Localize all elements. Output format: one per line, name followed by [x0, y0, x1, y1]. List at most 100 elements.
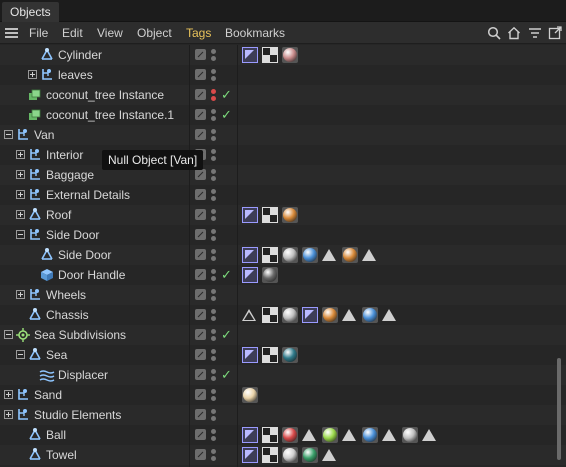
menu-view[interactable]: View: [97, 25, 123, 41]
object-name[interactable]: Side Door: [58, 248, 111, 262]
enabled-check-icon[interactable]: ✓: [221, 267, 232, 283]
editor-visibility-dot[interactable]: [211, 129, 216, 134]
material-tag-icon[interactable]: [282, 247, 298, 263]
collapse-icon[interactable]: [4, 330, 13, 339]
render-visibility-dot[interactable]: [211, 96, 216, 101]
uvw-tag-icon[interactable]: [262, 427, 278, 443]
home-icon[interactable]: [507, 26, 521, 40]
layer-toggle-icon[interactable]: [195, 369, 206, 380]
uvw-tag-icon[interactable]: [262, 207, 278, 223]
editor-visibility-dot[interactable]: [211, 289, 216, 294]
tree-row[interactable]: External Details: [0, 185, 566, 205]
render-visibility-dot[interactable]: [211, 436, 216, 441]
editor-visibility-dot[interactable]: [211, 209, 216, 214]
material-tag-icon[interactable]: [402, 427, 418, 443]
editor-visibility-dot[interactable]: [211, 89, 216, 94]
uvw-tag-icon[interactable]: [262, 307, 278, 323]
render-visibility-dot[interactable]: [211, 376, 216, 381]
object-name[interactable]: coconut_tree Instance: [46, 88, 164, 102]
uvw-tag-icon[interactable]: [262, 347, 278, 363]
render-visibility-dot[interactable]: [211, 156, 216, 161]
tree-row[interactable]: Van: [0, 125, 566, 145]
render-visibility-dot[interactable]: [211, 236, 216, 241]
expand-icon[interactable]: [4, 390, 13, 399]
object-name[interactable]: Door Handle: [58, 268, 125, 282]
material-tag-icon[interactable]: [242, 387, 258, 403]
render-visibility-dot[interactable]: [211, 196, 216, 201]
layer-toggle-icon[interactable]: [195, 109, 206, 120]
layer-toggle-icon[interactable]: [195, 269, 206, 280]
tree-row[interactable]: Side Door: [0, 225, 566, 245]
render-visibility-dot[interactable]: [211, 176, 216, 181]
layer-toggle-icon[interactable]: [195, 449, 206, 460]
layer-toggle-icon[interactable]: [195, 229, 206, 240]
editor-visibility-dot[interactable]: [211, 189, 216, 194]
expand-icon[interactable]: [16, 290, 25, 299]
tree-row[interactable]: Displacer ✓: [0, 365, 566, 385]
selection-tag-icon[interactable]: [382, 429, 396, 441]
tree-row[interactable]: Sea Subdivisions ✓: [0, 325, 566, 345]
selection-tag-icon[interactable]: [382, 309, 396, 321]
object-name[interactable]: leaves: [58, 68, 93, 82]
tree-row[interactable]: coconut_tree Instance.1 ✓: [0, 105, 566, 125]
tree-row[interactable]: Door Handle ✓: [0, 265, 566, 285]
render-visibility-dot[interactable]: [211, 56, 216, 61]
render-visibility-dot[interactable]: [211, 136, 216, 141]
render-visibility-dot[interactable]: [211, 256, 216, 261]
object-name[interactable]: Chassis: [46, 308, 89, 322]
object-name[interactable]: Ball: [46, 428, 66, 442]
uvw-tag-icon[interactable]: [262, 47, 278, 63]
expand-icon[interactable]: [16, 170, 25, 179]
editor-visibility-dot[interactable]: [211, 429, 216, 434]
editor-visibility-dot[interactable]: [211, 269, 216, 274]
render-visibility-dot[interactable]: [211, 116, 216, 121]
material-tag-icon[interactable]: [322, 427, 338, 443]
object-name[interactable]: Sea Subdivisions: [34, 328, 126, 342]
tree-row[interactable]: Chassis: [0, 305, 566, 325]
render-visibility-dot[interactable]: [211, 216, 216, 221]
material-tag-icon[interactable]: [302, 447, 318, 463]
editor-visibility-dot[interactable]: [211, 109, 216, 114]
phong-tag-icon[interactable]: [242, 247, 258, 263]
enabled-check-icon[interactable]: ✓: [221, 87, 232, 103]
tree-row[interactable]: Sea: [0, 345, 566, 365]
object-name[interactable]: Towel: [46, 448, 77, 462]
uvw-tag-icon[interactable]: [262, 247, 278, 263]
object-name[interactable]: Studio Elements: [34, 408, 121, 422]
layer-toggle-icon[interactable]: [195, 69, 206, 80]
editor-visibility-dot[interactable]: [211, 49, 216, 54]
tree-row[interactable]: leaves: [0, 65, 566, 85]
menu-edit[interactable]: Edit: [62, 25, 83, 41]
object-name[interactable]: Side Door: [46, 228, 99, 242]
phong-tag-icon[interactable]: [242, 347, 258, 363]
render-visibility-dot[interactable]: [211, 416, 216, 421]
object-name[interactable]: coconut_tree Instance.1: [46, 108, 174, 122]
collapse-icon[interactable]: [16, 350, 25, 359]
new-window-icon[interactable]: [548, 26, 562, 40]
selection-tag-icon[interactable]: [242, 309, 256, 321]
editor-visibility-dot[interactable]: [211, 449, 216, 454]
selection-tag-icon[interactable]: [322, 249, 336, 261]
editor-visibility-dot[interactable]: [211, 389, 216, 394]
material-tag-icon[interactable]: [302, 247, 318, 263]
expand-icon[interactable]: [16, 190, 25, 199]
layer-toggle-icon[interactable]: [195, 169, 206, 180]
tree-row[interactable]: Side Door: [0, 245, 566, 265]
object-name[interactable]: Wheels: [46, 288, 86, 302]
material-tag-icon[interactable]: [282, 207, 298, 223]
object-name[interactable]: Van: [34, 128, 54, 142]
menu-bookmarks[interactable]: Bookmarks: [225, 25, 285, 41]
render-visibility-dot[interactable]: [211, 396, 216, 401]
phong-tag-icon[interactable]: [242, 427, 258, 443]
tree-row[interactable]: Ball: [0, 425, 566, 445]
vertical-scrollbar[interactable]: [557, 358, 561, 460]
tree-row[interactable]: Wheels: [0, 285, 566, 305]
layer-toggle-icon[interactable]: [195, 189, 206, 200]
object-name[interactable]: External Details: [46, 188, 130, 202]
hamburger-menu-icon[interactable]: [5, 28, 18, 38]
menu-object[interactable]: Object: [137, 25, 172, 41]
expand-icon[interactable]: [28, 70, 37, 79]
editor-visibility-dot[interactable]: [211, 169, 216, 174]
layer-toggle-icon[interactable]: [195, 129, 206, 140]
expand-icon[interactable]: [16, 150, 25, 159]
